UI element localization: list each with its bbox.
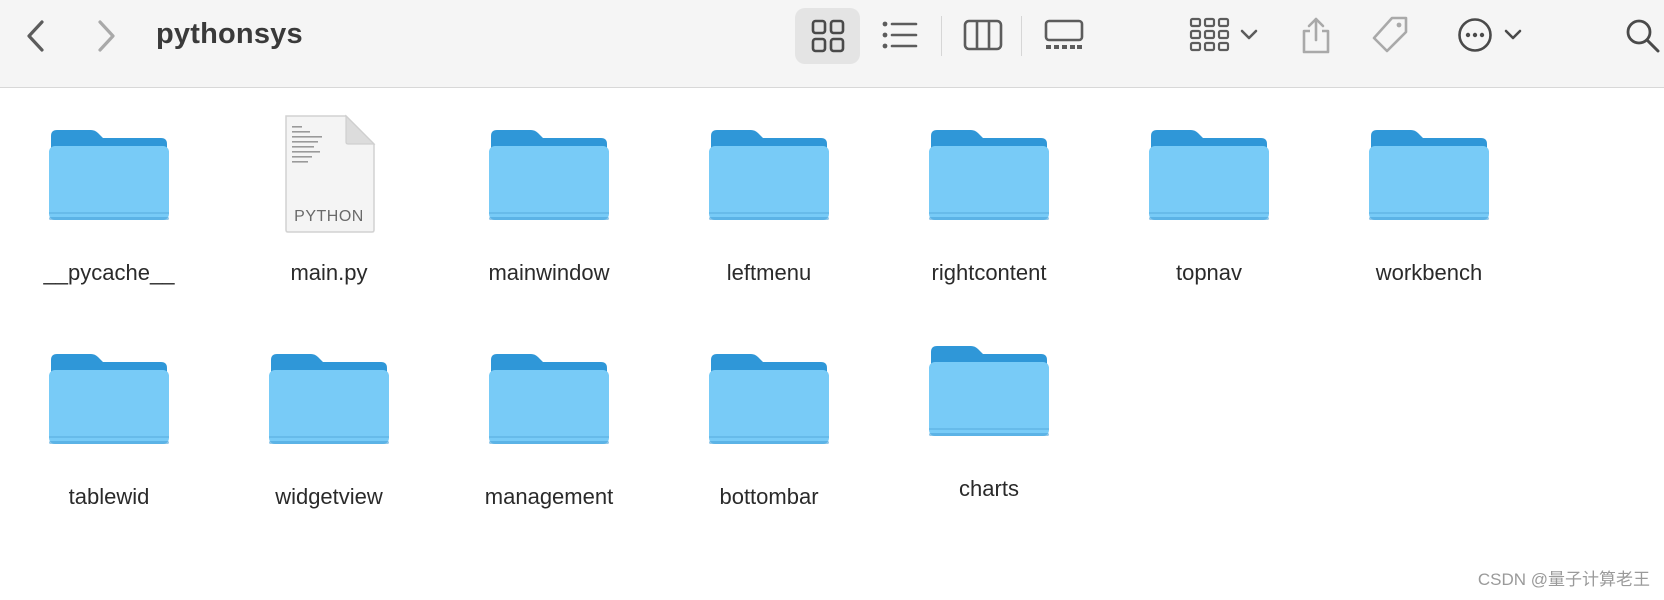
folder-icon <box>929 130 1049 220</box>
folder-item[interactable]: __pycache__ <box>9 110 209 290</box>
finder-toolbar: pythonsys <box>0 0 1664 88</box>
chevron-right-icon <box>98 20 115 52</box>
item-name: workbench <box>1375 260 1483 285</box>
item-icon <box>1364 114 1494 234</box>
chevron-down-icon <box>1504 29 1522 40</box>
columns-icon <box>963 19 1003 51</box>
group-grid-icon <box>1189 17 1230 52</box>
item-icon <box>924 330 1054 450</box>
item-name: leftmenu <box>726 260 812 285</box>
item-icon <box>44 338 174 458</box>
item-name: rightcontent <box>931 260 1047 285</box>
group-button[interactable] <box>1184 10 1264 60</box>
folder-item[interactable]: topnav <box>1109 110 1309 290</box>
item-icon <box>44 114 174 234</box>
toolbar-divider <box>941 16 942 56</box>
folder-item[interactable]: workbench <box>1329 110 1529 290</box>
folder-item[interactable]: management <box>449 334 649 514</box>
item-icon <box>484 114 614 234</box>
folder-icon <box>49 130 169 220</box>
folder-icon <box>709 354 829 444</box>
item-name: tablewid <box>68 484 150 509</box>
item-icon <box>704 338 834 458</box>
folder-item[interactable]: rightcontent <box>889 110 1089 290</box>
search-icon <box>1626 19 1660 53</box>
tag-button[interactable] <box>1366 10 1414 60</box>
toolbar-divider <box>1021 16 1022 56</box>
item-icon <box>1144 114 1274 234</box>
item-name: __pycache__ <box>43 260 175 285</box>
item-name: widgetview <box>275 484 383 509</box>
more-actions-button[interactable] <box>1450 10 1530 60</box>
icon-view-button[interactable] <box>795 8 860 64</box>
list-view-button[interactable] <box>872 10 928 60</box>
folder-item[interactable]: leftmenu <box>669 110 869 290</box>
item-icon: PYTHON <box>264 114 394 234</box>
gallery-view-button[interactable] <box>1034 10 1094 60</box>
chevron-down-icon <box>1240 29 1258 40</box>
folder-icon <box>269 354 389 444</box>
item-name: mainwindow <box>488 260 610 285</box>
folder-icon <box>1149 130 1269 220</box>
item-name: management <box>484 484 614 509</box>
column-view-button[interactable] <box>955 10 1011 60</box>
item-name: topnav <box>1175 260 1243 285</box>
gallery-icon <box>1044 19 1084 49</box>
folder-item[interactable]: charts <box>889 326 1089 506</box>
folder-item[interactable]: tablewid <box>9 334 209 514</box>
forward-button[interactable] <box>88 16 124 56</box>
folder-icon <box>489 354 609 444</box>
python-file-icon: PYTHON <box>282 114 376 234</box>
item-name: bottombar <box>719 484 819 509</box>
ellipsis-circle-icon <box>1458 18 1492 52</box>
folder-item[interactable]: mainwindow <box>449 110 649 290</box>
folder-item[interactable]: bottombar <box>669 334 869 514</box>
item-icon <box>264 338 394 458</box>
search-button[interactable] <box>1622 12 1664 60</box>
item-icon <box>924 114 1054 234</box>
item-icon <box>484 338 614 458</box>
folder-item[interactable]: widgetview <box>229 334 429 514</box>
window-title: pythonsys <box>156 18 303 50</box>
chevron-left-icon <box>27 20 44 52</box>
back-button[interactable] <box>18 16 54 56</box>
watermark: CSDN @量子计算老王 <box>1477 570 1650 589</box>
item-name: charts <box>959 476 1019 501</box>
tag-icon <box>1372 16 1408 53</box>
share-icon <box>1302 17 1330 54</box>
item-icon <box>704 114 834 234</box>
folder-icon <box>489 130 609 220</box>
list-icon <box>882 21 918 49</box>
item-name: main.py <box>290 260 368 285</box>
share-button[interactable] <box>1294 8 1338 62</box>
file-type-badge: PYTHON <box>294 208 364 225</box>
file-item[interactable]: PYTHON main.py <box>229 110 429 290</box>
folder-icon <box>1369 130 1489 220</box>
folder-icon <box>929 346 1049 436</box>
folder-icon <box>709 130 829 220</box>
folder-icon <box>49 354 169 444</box>
grid-icon <box>811 19 844 53</box>
